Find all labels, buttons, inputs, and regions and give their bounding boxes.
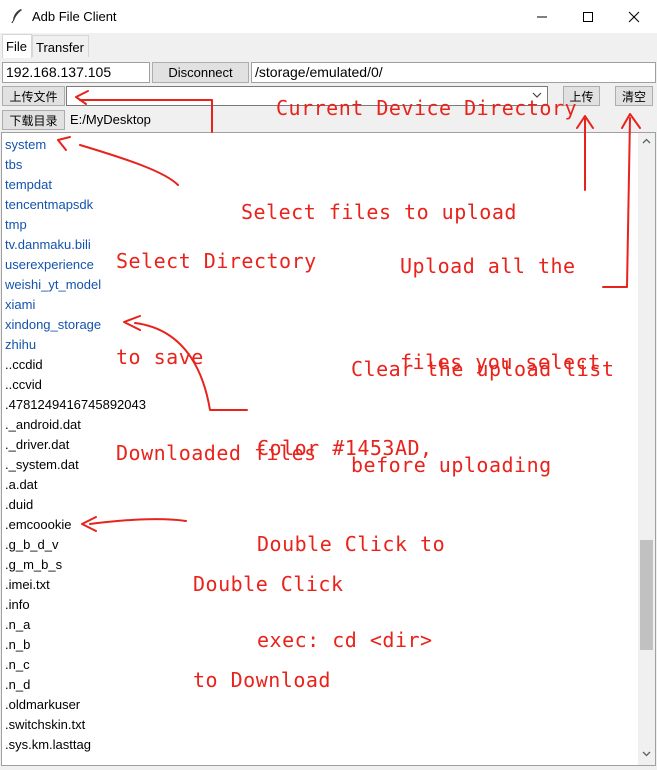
directory-list-item[interactable]: zhihu: [5, 335, 36, 355]
directory-list-item[interactable]: xindong_storage: [5, 315, 101, 335]
annotation-line: Color #1453AD,: [257, 436, 433, 460]
annotation-line: Select Directory: [116, 249, 317, 273]
download-directory-button[interactable]: 下载目录: [2, 110, 65, 130]
directory-list-item[interactable]: weishi_yt_model: [5, 275, 101, 295]
annotation-line: to Download: [193, 668, 331, 692]
file-list-item[interactable]: .n_a: [5, 615, 30, 635]
directory-list-item[interactable]: tmp: [5, 215, 27, 235]
directory-list-item[interactable]: tencentmapsdk: [5, 195, 93, 215]
directory-list-item[interactable]: system: [5, 135, 46, 155]
file-list-item[interactable]: .sys.km.lasttag: [5, 735, 91, 755]
directory-list-item[interactable]: tempdat: [5, 175, 52, 195]
file-list-item[interactable]: .g_m_b_s: [5, 555, 62, 575]
file-list-item[interactable]: .info: [5, 595, 30, 615]
scroll-up-icon[interactable]: [641, 136, 652, 147]
tab-transfer[interactable]: Transfer: [32, 35, 89, 57]
close-icon: [628, 11, 640, 22]
file-list-item[interactable]: .duid: [5, 495, 33, 515]
window-title: Adb File Client: [32, 9, 117, 24]
annotation-line: Current Device Directory: [276, 96, 577, 120]
file-list-item[interactable]: .n_b: [5, 635, 30, 655]
file-list-item[interactable]: .n_d: [5, 675, 30, 695]
file-list-item[interactable]: ._android.dat: [5, 415, 81, 435]
file-list-item[interactable]: .n_c: [5, 655, 30, 675]
select-upload-files-button[interactable]: 上传文件: [2, 86, 65, 106]
arrow-head: [621, 113, 641, 129]
vertical-scrollbar[interactable]: [638, 133, 655, 765]
directory-list-item[interactable]: tv.danmaku.bili: [5, 235, 91, 255]
annotation-line: Upload all the: [400, 254, 576, 278]
file-list-item[interactable]: ._system.dat: [5, 455, 79, 475]
ip-address-field[interactable]: 192.168.137.105: [2, 62, 150, 83]
file-list-item[interactable]: ..ccvid: [5, 375, 42, 395]
directory-list-item[interactable]: userexperience: [5, 255, 94, 275]
file-list-item[interactable]: ._driver.dat: [5, 435, 69, 455]
minimize-icon: [537, 16, 547, 17]
clear-button[interactable]: 清空: [615, 86, 653, 106]
scroll-down-icon[interactable]: [641, 748, 652, 759]
arrow-head: [576, 115, 594, 129]
file-list-item[interactable]: .a.dat: [5, 475, 38, 495]
download-directory-path: E:/MyDesktop: [70, 112, 151, 127]
file-list-item[interactable]: .imei.txt: [5, 575, 50, 595]
disconnect-button[interactable]: Disconnect: [152, 62, 249, 83]
tab-file[interactable]: File: [2, 34, 32, 58]
annotation-line: Double Click: [193, 572, 344, 596]
feather-icon: [11, 9, 22, 24]
directory-list-item[interactable]: tbs: [5, 155, 22, 175]
annotation-double-click: Double Click to Download: [193, 504, 344, 728]
file-list-item[interactable]: .oldmarkuser: [5, 695, 80, 715]
file-list-item[interactable]: .emcoookie: [5, 515, 71, 535]
maximize-icon: [583, 11, 593, 22]
file-list-item[interactable]: ..ccdid: [5, 355, 43, 375]
file-list-item[interactable]: .switchskin.txt: [5, 715, 85, 735]
scrollbar-thumb[interactable]: [640, 540, 653, 650]
directory-list-item[interactable]: xiami: [5, 295, 35, 315]
file-list-item[interactable]: .g_b_d_v: [5, 535, 59, 555]
close-button[interactable]: [611, 0, 657, 33]
